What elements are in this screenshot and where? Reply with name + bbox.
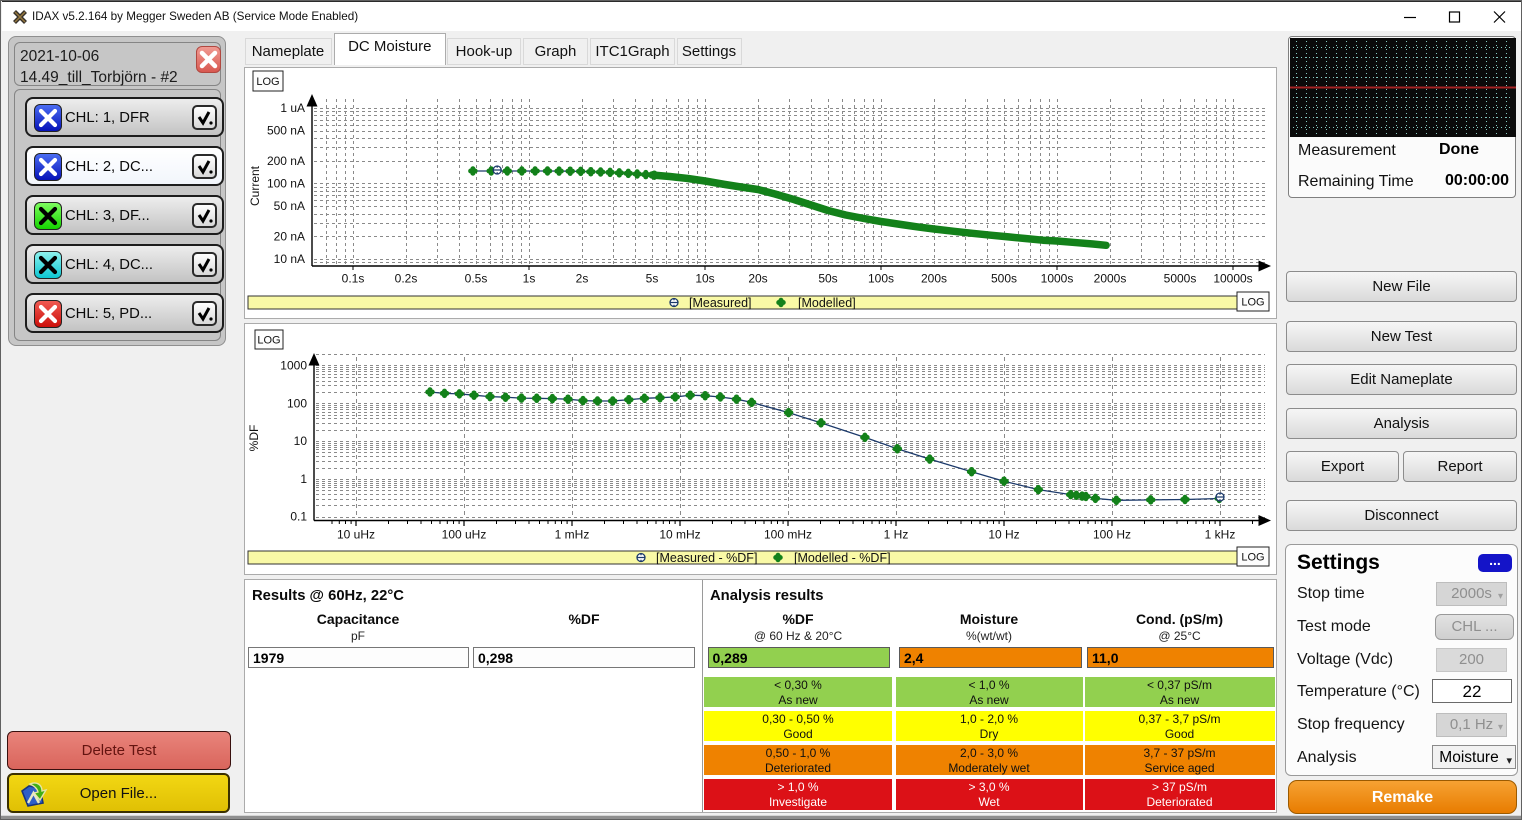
svg-text:LOG: LOG (1241, 296, 1264, 308)
svg-text:200s: 200s (921, 272, 947, 286)
svg-text:1 mHz: 1 mHz (555, 528, 590, 542)
svg-text:1s: 1s (523, 272, 536, 286)
svg-text:5000s: 5000s (1164, 272, 1197, 286)
svg-text:10: 10 (294, 434, 308, 448)
svg-text:1: 1 (300, 472, 307, 486)
svg-text:LOG: LOG (1241, 551, 1264, 563)
svg-text:10s: 10s (695, 272, 714, 286)
svg-text:1000s: 1000s (1041, 272, 1074, 286)
svg-text:10 uHz: 10 uHz (337, 528, 375, 542)
svg-text:1 uA: 1 uA (280, 101, 305, 115)
svg-text:1 kHz: 1 kHz (1205, 528, 1236, 542)
svg-text:0.2s: 0.2s (395, 272, 418, 286)
svg-text:%DF: %DF (247, 425, 261, 452)
svg-text:0.1s: 0.1s (342, 272, 365, 286)
svg-text:5s: 5s (646, 272, 659, 286)
svg-text:Current: Current (248, 165, 262, 206)
svg-text:20 nA: 20 nA (274, 229, 305, 243)
svg-text:1 Hz: 1 Hz (884, 528, 909, 542)
svg-text:500s: 500s (991, 272, 1017, 286)
svg-text:100 mHz: 100 mHz (764, 528, 812, 542)
svg-text:[Modelled]: [Modelled] (798, 296, 856, 310)
svg-text:100 Hz: 100 Hz (1093, 528, 1131, 542)
svg-text:1000: 1000 (280, 359, 307, 373)
svg-text:0.5s: 0.5s (465, 272, 488, 286)
svg-text:100 uHz: 100 uHz (442, 528, 487, 542)
svg-text:LOG: LOG (256, 76, 279, 88)
svg-text:[Measured]: [Measured] (689, 296, 752, 310)
svg-text:500 nA: 500 nA (267, 124, 305, 138)
svg-text:LOG: LOG (257, 334, 280, 346)
svg-text:50s: 50s (818, 272, 837, 286)
svg-text:2s: 2s (576, 272, 589, 286)
svg-text:10 nA: 10 nA (274, 252, 305, 266)
svg-text:[Measured - %DF]: [Measured - %DF] (656, 551, 757, 565)
svg-text:100s: 100s (868, 272, 894, 286)
svg-text:50 nA: 50 nA (274, 199, 305, 213)
svg-text:200 nA: 200 nA (267, 154, 305, 168)
svg-text:20s: 20s (748, 272, 767, 286)
svg-text:100: 100 (287, 396, 307, 410)
svg-text:0.1: 0.1 (290, 510, 307, 524)
svg-text:10 Hz: 10 Hz (988, 528, 1019, 542)
svg-text:10 mHz: 10 mHz (659, 528, 700, 542)
svg-text:100 nA: 100 nA (267, 177, 305, 191)
svg-text:10000s: 10000s (1213, 272, 1252, 286)
svg-text:[Modelled - %DF]: [Modelled - %DF] (794, 551, 891, 565)
svg-text:2000s: 2000s (1094, 272, 1127, 286)
